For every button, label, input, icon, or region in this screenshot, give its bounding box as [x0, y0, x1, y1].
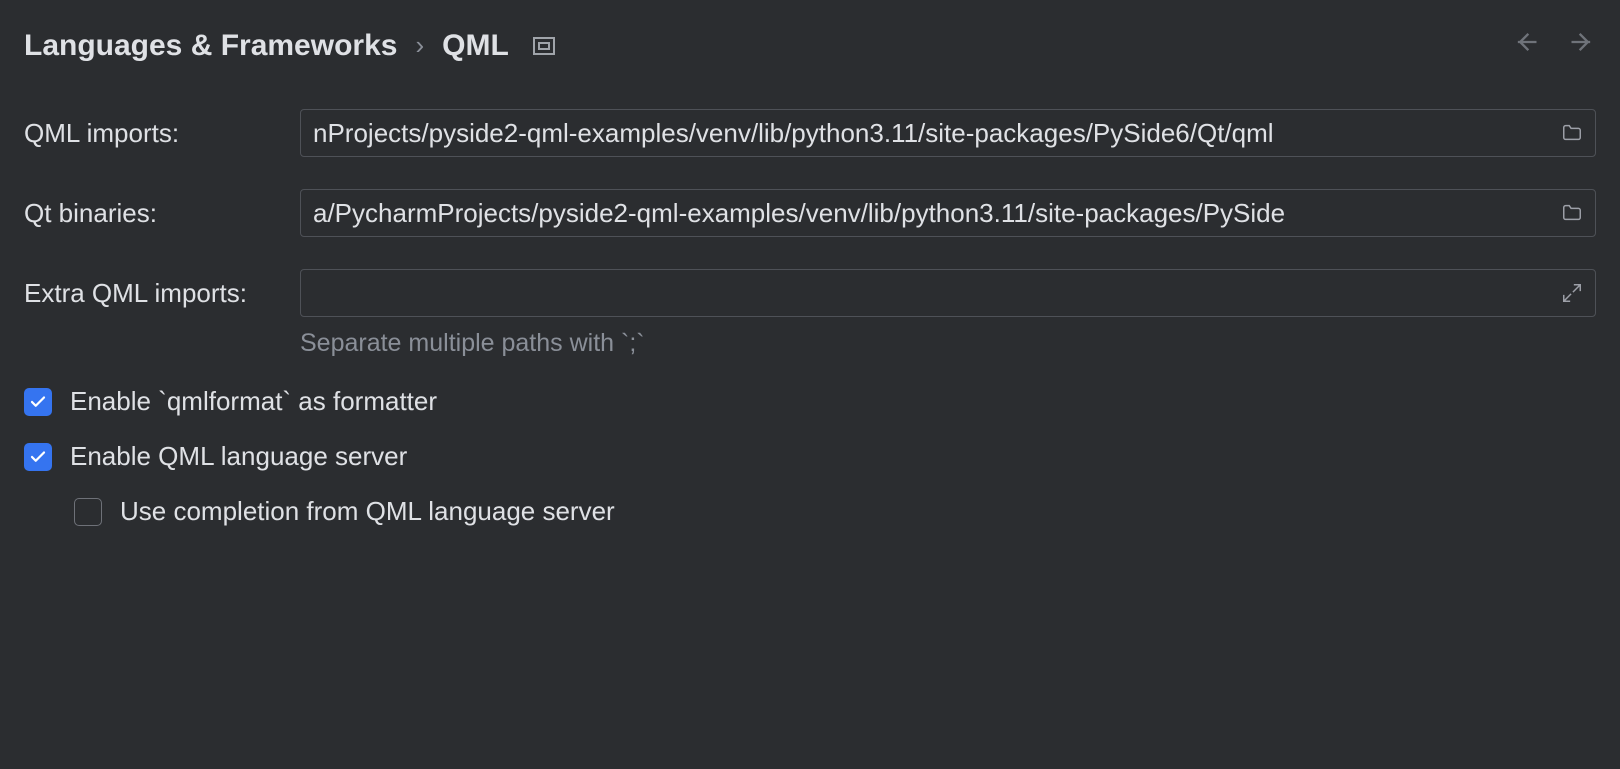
- expand-icon[interactable]: [1560, 281, 1584, 305]
- settings-panel: Languages & Frameworks › QML QML imports…: [0, 0, 1620, 579]
- use-completion-checkbox[interactable]: [74, 498, 102, 526]
- window-icon: [533, 37, 555, 55]
- forward-button[interactable]: [1568, 28, 1596, 63]
- enable-qmlformat-row[interactable]: Enable `qmlformat` as formatter: [24, 386, 1596, 417]
- extra-qml-imports-label: Extra QML imports:: [24, 278, 300, 309]
- browse-folder-icon[interactable]: [1560, 201, 1584, 225]
- enable-qmlformat-checkbox[interactable]: [24, 388, 52, 416]
- browse-folder-icon[interactable]: [1560, 121, 1584, 145]
- extra-qml-imports-input-wrap: [300, 269, 1596, 317]
- breadcrumb: Languages & Frameworks › QML: [24, 29, 555, 63]
- use-completion-row[interactable]: Use completion from QML language server: [74, 496, 1596, 527]
- qml-imports-label: QML imports:: [24, 118, 300, 149]
- extra-qml-imports-input[interactable]: [300, 269, 1596, 317]
- extra-qml-imports-row: Extra QML imports:: [24, 269, 1596, 317]
- qml-imports-row: QML imports:: [24, 109, 1596, 157]
- qt-binaries-input-wrap: [300, 189, 1596, 237]
- back-button[interactable]: [1512, 28, 1540, 63]
- breadcrumb-root[interactable]: Languages & Frameworks: [24, 29, 397, 63]
- qt-binaries-input[interactable]: [300, 189, 1596, 237]
- breadcrumb-leaf: QML: [442, 29, 509, 63]
- qt-binaries-row: Qt binaries:: [24, 189, 1596, 237]
- qml-imports-input[interactable]: [300, 109, 1596, 157]
- extra-qml-imports-hint: Separate multiple paths with `;`: [300, 329, 1596, 358]
- enable-lang-server-label: Enable QML language server: [70, 441, 407, 472]
- qt-binaries-label: Qt binaries:: [24, 198, 300, 229]
- enable-qmlformat-label: Enable `qmlformat` as formatter: [70, 386, 437, 417]
- qml-imports-input-wrap: [300, 109, 1596, 157]
- header-row: Languages & Frameworks › QML: [24, 28, 1596, 63]
- enable-lang-server-row[interactable]: Enable QML language server: [24, 441, 1596, 472]
- chevron-right-icon: ›: [415, 30, 424, 61]
- use-completion-label: Use completion from QML language server: [120, 496, 615, 527]
- enable-lang-server-checkbox[interactable]: [24, 443, 52, 471]
- nav-arrows: [1512, 28, 1596, 63]
